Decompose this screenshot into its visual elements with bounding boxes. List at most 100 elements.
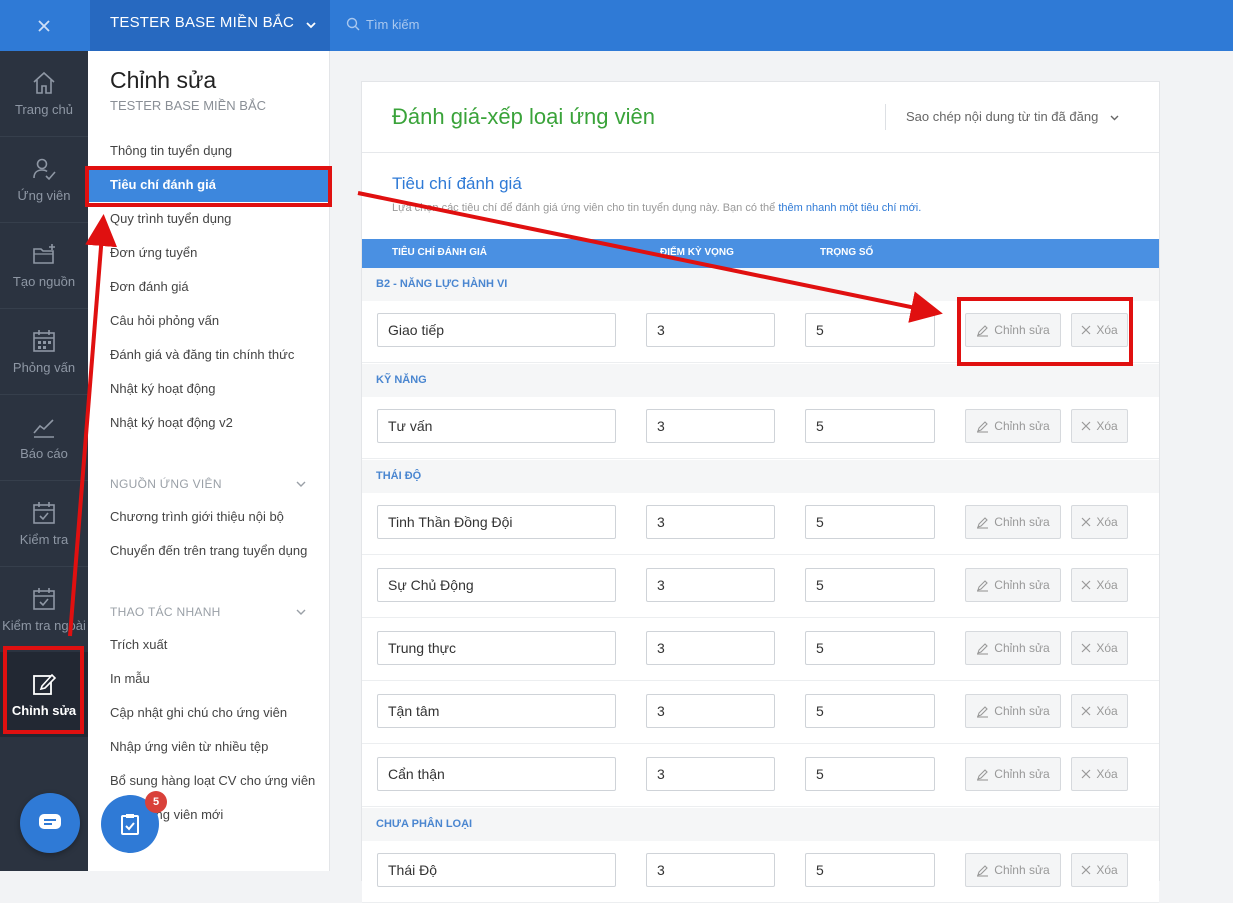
edit-button[interactable]: Chỉnh sửa bbox=[965, 409, 1061, 443]
table-row: Trung thực 3 5 Chỉnh sửa Xóa bbox=[362, 619, 1159, 681]
criterion-name-input[interactable]: Cẩn thận bbox=[377, 757, 616, 791]
weight-input[interactable]: 5 bbox=[805, 853, 935, 887]
expected-score-input[interactable]: 3 bbox=[646, 568, 775, 602]
weight-input[interactable]: 5 bbox=[805, 313, 935, 347]
rail-item-interview[interactable]: Phỏng vấn bbox=[0, 309, 88, 394]
delete-button[interactable]: Xóa bbox=[1071, 568, 1128, 602]
criterion-name-input[interactable]: Giao tiếp bbox=[377, 313, 616, 347]
rail-item-tests[interactable]: Kiểm tra bbox=[0, 481, 88, 566]
close-icon[interactable] bbox=[0, 0, 88, 51]
nav-rail: Trang chủ Ứng viên Tạo nguồn Phỏng vấn B… bbox=[0, 51, 88, 871]
pencil-icon bbox=[977, 705, 989, 718]
rail-item-sourcing[interactable]: Tạo nguồn bbox=[0, 223, 88, 308]
highlight-box bbox=[85, 166, 332, 207]
sidebar-item-bulk-cv[interactable]: Bổ sung hàng loạt CV cho ứng viên bbox=[110, 764, 315, 798]
pencil-icon bbox=[977, 420, 989, 433]
edit-button[interactable]: Chỉnh sửa bbox=[965, 631, 1061, 665]
sidebar-item-interview-questions[interactable]: Câu hỏi phỏng vấn bbox=[110, 304, 219, 338]
edit-button[interactable]: Chỉnh sửa bbox=[965, 757, 1061, 791]
expected-score-input[interactable]: 3 bbox=[646, 313, 775, 347]
sidebar-item-print-template[interactable]: In mẫu bbox=[110, 662, 150, 696]
delete-button[interactable]: Xóa bbox=[1071, 409, 1128, 443]
expected-score-input[interactable]: 3 bbox=[646, 505, 775, 539]
delete-button[interactable]: Xóa bbox=[1071, 853, 1128, 887]
copy-from-posted-dropdown[interactable]: Sao chép nội dung từ tin đã đăng bbox=[906, 109, 1119, 124]
pencil-icon bbox=[977, 516, 989, 529]
expected-score-input[interactable]: 3 bbox=[646, 757, 775, 791]
org-selector[interactable]: TESTER BASE MIỀN BẮC bbox=[90, 0, 330, 51]
weight-input[interactable]: 5 bbox=[805, 631, 935, 665]
rail-label: Kiểm tra ngoài bbox=[2, 618, 86, 633]
quick-add-criterion-link[interactable]: thêm nhanh một tiêu chí mới. bbox=[778, 202, 921, 214]
rail-item-reports[interactable]: Báo cáo bbox=[0, 395, 88, 480]
chat-button[interactable] bbox=[20, 793, 80, 853]
delete-label: Xóa bbox=[1096, 641, 1118, 655]
search-placeholder: Tìm kiếm bbox=[366, 16, 420, 32]
edit-label: Chỉnh sửa bbox=[994, 419, 1050, 433]
expected-score-input[interactable]: 3 bbox=[646, 853, 775, 887]
criterion-name-input[interactable]: Thái Độ bbox=[377, 853, 616, 887]
sidebar-item-evaluation-form[interactable]: Đơn đánh giá bbox=[110, 270, 189, 304]
weight-input[interactable]: 5 bbox=[805, 505, 935, 539]
clipboard-check-icon bbox=[121, 814, 139, 835]
edit-button[interactable]: Chỉnh sửa bbox=[965, 853, 1061, 887]
sidebar-item-export[interactable]: Trích xuất bbox=[110, 628, 167, 662]
sidebar-item-application-form[interactable]: Đơn ứng tuyển bbox=[110, 236, 197, 270]
criterion-name-input[interactable]: Tận tâm bbox=[377, 694, 616, 728]
rail-item-candidates[interactable]: Ứng viên bbox=[0, 137, 88, 222]
criterion-name-input[interactable]: Sự Chủ Động bbox=[377, 568, 616, 602]
close-icon bbox=[1081, 517, 1091, 527]
task-count-badge: 5 bbox=[145, 791, 167, 813]
expected-score-input[interactable]: 3 bbox=[646, 409, 775, 443]
sidebar-item-activity-log[interactable]: Nhật ký hoạt động bbox=[110, 372, 216, 406]
weight-input[interactable]: 5 bbox=[805, 568, 935, 602]
close-icon bbox=[1081, 769, 1091, 779]
rail-item-external-tests[interactable]: Kiểm tra ngoài bbox=[0, 567, 88, 652]
edit-button[interactable]: Chỉnh sửa bbox=[965, 505, 1061, 539]
sidebar-item-import-files[interactable]: Nhập ứng viên từ nhiều tệp bbox=[110, 730, 268, 764]
sidebar-item-referral[interactable]: Chương trình giới thiệu nội bộ bbox=[110, 500, 284, 534]
criterion-name-input[interactable]: Tư vấn bbox=[377, 409, 616, 443]
table-row: Thái Độ 3 5 Chỉnh sửa Xóa bbox=[362, 841, 1159, 903]
pencil-icon bbox=[977, 579, 989, 592]
expected-score-input[interactable]: 3 bbox=[646, 631, 775, 665]
delete-button[interactable]: Xóa bbox=[1071, 694, 1128, 728]
sidebar-item-job-info[interactable]: Thông tin tuyển dụng bbox=[110, 134, 232, 168]
org-name: TESTER BASE MIỀN BẮC bbox=[110, 14, 295, 31]
chevron-down-icon bbox=[296, 605, 306, 619]
criterion-name-input[interactable]: Tinh Thần Đồng Đội bbox=[377, 505, 616, 539]
sidebar-item-process[interactable]: Quy trình tuyển dụng bbox=[110, 202, 231, 236]
section-candidate-sources[interactable]: NGUỒN ỨNG VIÊN bbox=[110, 477, 306, 491]
folder-plus-icon bbox=[33, 244, 55, 264]
weight-input[interactable]: 5 bbox=[805, 694, 935, 728]
search-input[interactable]: Tìm kiếm bbox=[346, 14, 419, 34]
calendar-grid-icon bbox=[33, 330, 55, 352]
edit-button[interactable]: Chỉnh sửa bbox=[965, 568, 1061, 602]
sidebar-item-publish[interactable]: Đánh giá và đăng tin chính thức bbox=[110, 338, 294, 372]
calendar-check-icon bbox=[33, 502, 55, 524]
sidebar-item-career-page[interactable]: Chuyển đến trên trang tuyển dụng bbox=[110, 534, 307, 568]
sidebar-item-update-notes[interactable]: Cập nhật ghi chú cho ứng viên bbox=[110, 696, 287, 730]
delete-label: Xóa bbox=[1096, 767, 1118, 781]
delete-button[interactable]: Xóa bbox=[1071, 631, 1128, 665]
weight-input[interactable]: 5 bbox=[805, 409, 935, 443]
search-icon bbox=[346, 17, 360, 31]
description-text: Lựa chọn các tiêu chí để đánh giá ứng vi… bbox=[392, 202, 776, 214]
line-chart-icon bbox=[33, 419, 54, 438]
delete-button[interactable]: Xóa bbox=[1071, 505, 1128, 539]
expected-score-input[interactable]: 3 bbox=[646, 694, 775, 728]
rail-label: Tạo nguồn bbox=[12, 274, 76, 289]
rail-label: Kiểm tra bbox=[19, 532, 69, 547]
sidebar-item-activity-log-v2[interactable]: Nhật ký hoạt động v2 bbox=[110, 406, 233, 440]
rail-item-home[interactable]: Trang chủ bbox=[0, 51, 88, 136]
criterion-name-input[interactable]: Trung thực bbox=[377, 631, 616, 665]
weight-input[interactable]: 5 bbox=[805, 757, 935, 791]
section-label: THAO TÁC NHANH bbox=[110, 605, 221, 619]
delete-button[interactable]: Xóa bbox=[1071, 757, 1128, 791]
column-header: TRỌNG SỐ bbox=[820, 247, 874, 258]
section-quick-actions[interactable]: THAO TÁC NHANH bbox=[110, 605, 306, 619]
highlight-box bbox=[3, 646, 84, 734]
page-title: Đánh giá-xếp loại ứng viên bbox=[392, 104, 656, 129]
edit-button[interactable]: Chỉnh sửa bbox=[965, 694, 1061, 728]
delete-label: Xóa bbox=[1096, 863, 1118, 877]
